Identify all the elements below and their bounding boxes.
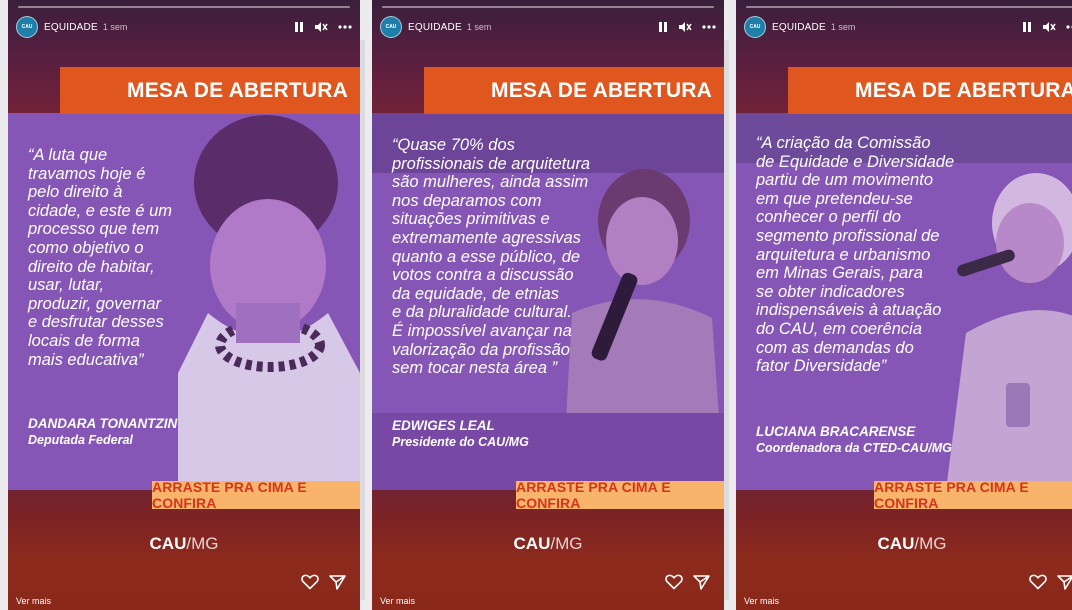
heart-icon[interactable]	[1029, 574, 1047, 590]
speaker-credit: DANDARA TONANTZIN Deputada Federal	[28, 416, 177, 448]
pause-icon[interactable]	[1022, 21, 1032, 33]
cau-mg-logo: CAU/MG	[877, 534, 947, 553]
quote-text: “A criação da Comissão de Equidade e Dive…	[756, 134, 955, 376]
story-progress-bar	[382, 6, 714, 8]
speaker-role: Presidente do CAU/MG	[392, 435, 529, 449]
account-name[interactable]: EQUIDADE	[772, 22, 826, 33]
speaker-role: Deputada Federal	[28, 433, 133, 447]
quote-text: “A luta que travamos hoje é pelo direito à…	[28, 146, 173, 369]
avatar-text: CAU	[21, 24, 33, 30]
send-icon[interactable]	[693, 574, 710, 590]
title-banner: MESA DE ABERTURA	[60, 67, 360, 114]
swipe-up-cta[interactable]: ARRASTE PRA CIMA E CONFIRA	[516, 479, 724, 511]
title-banner: MESA DE ABERTURA	[424, 67, 724, 114]
post-time: 1 sem	[466, 22, 492, 32]
avatar-text: CAU	[749, 24, 761, 30]
speaker-name: LUCIANA BRACARENSE	[756, 424, 916, 439]
story-card-2[interactable]: CAU EQUIDADE 1 sem MESA DE ABERTURA “Qua…	[372, 0, 724, 610]
mute-icon[interactable]	[1042, 21, 1056, 33]
account-avatar[interactable]: CAU	[380, 16, 402, 38]
swipe-up-cta[interactable]: ARRASTE PRA CIMA E CONFIRA	[874, 479, 1072, 511]
story-header: CAU EQUIDADE 1 sem	[16, 16, 352, 38]
story-progress-bar	[18, 6, 350, 8]
post-time: 1 sem	[830, 22, 856, 32]
quote-text: “Quase 70% dos profissionais de arquitetu…	[392, 136, 591, 378]
avatar-text: CAU	[385, 24, 397, 30]
more-icon[interactable]	[338, 25, 352, 29]
story-header: CAU EQUIDADE 1 sem	[744, 16, 1072, 38]
mute-icon[interactable]	[314, 21, 328, 33]
mute-icon[interactable]	[678, 21, 692, 33]
speaker-role: Coordenadora da CTED-CAU/MG	[756, 441, 952, 455]
heart-icon[interactable]	[301, 574, 319, 590]
swipe-up-cta[interactable]: ARRASTE PRA CIMA E CONFIRA	[152, 479, 360, 511]
title-banner: MESA DE ABERTURA	[788, 67, 1072, 114]
see-more-link[interactable]: Ver mais	[744, 596, 779, 606]
account-avatar[interactable]: CAU	[16, 16, 38, 38]
speaker-name: EDWIGES LEAL	[392, 418, 495, 433]
account-name[interactable]: EQUIDADE	[44, 22, 98, 33]
see-more-link[interactable]: Ver mais	[16, 596, 51, 606]
speaker-credit: LUCIANA BRACARENSE Coordenadora da CTED-…	[756, 424, 952, 456]
account-avatar[interactable]: CAU	[744, 16, 766, 38]
story-progress-bar	[746, 6, 1072, 8]
cau-mg-logo: CAU/MG	[149, 534, 219, 553]
more-icon[interactable]	[702, 25, 716, 29]
see-more-link[interactable]: Ver mais	[380, 596, 415, 606]
post-time: 1 sem	[102, 22, 128, 32]
cau-mg-logo: CAU/MG	[513, 534, 583, 553]
pause-icon[interactable]	[294, 21, 304, 33]
send-icon[interactable]	[1057, 574, 1072, 590]
speaker-credit: EDWIGES LEAL Presidente do CAU/MG	[392, 418, 529, 450]
heart-icon[interactable]	[665, 574, 683, 590]
send-icon[interactable]	[329, 574, 346, 590]
story-card-3[interactable]: CAU EQUIDADE 1 sem MESA DE ABERTURA “A c…	[736, 0, 1072, 610]
speaker-name: DANDARA TONANTZIN	[28, 416, 178, 431]
account-name[interactable]: EQUIDADE	[408, 22, 462, 33]
pause-icon[interactable]	[658, 21, 668, 33]
story-card-1[interactable]: CAU EQUIDADE 1 sem MESA DE ABERTURA “A l…	[8, 0, 360, 610]
more-icon[interactable]	[1066, 25, 1072, 29]
story-header: CAU EQUIDADE 1 sem	[380, 16, 716, 38]
